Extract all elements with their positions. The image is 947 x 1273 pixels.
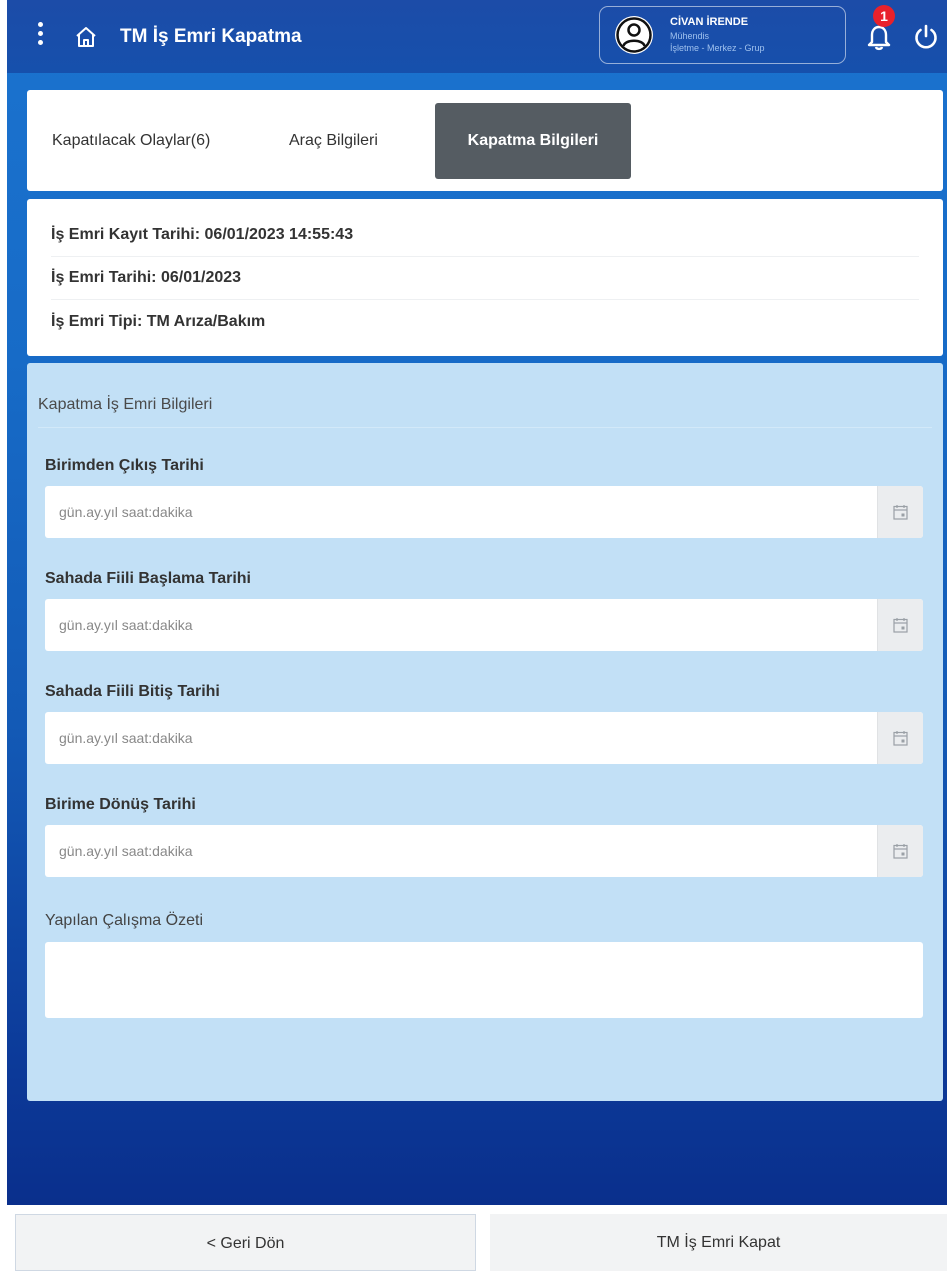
field-sahada-bitis bbox=[45, 712, 923, 764]
section-divider bbox=[38, 427, 932, 428]
user-avatar-icon bbox=[615, 16, 653, 54]
user-profile-box[interactable]: CİVAN İRENDE Mühendis İşletme - Merkez -… bbox=[599, 6, 846, 64]
field-label-birimden-cikis: Birimden Çıkış Tarihi bbox=[45, 457, 204, 474]
app-background: TM İş Emri Kapatma CİVAN İRENDE Mühendis… bbox=[7, 0, 947, 1205]
user-name: CİVAN İRENDE bbox=[670, 16, 749, 28]
birimden-cikis-input[interactable] bbox=[45, 486, 875, 538]
field-birimden-cikis bbox=[45, 486, 923, 538]
power-icon[interactable] bbox=[913, 24, 939, 50]
work-order-info-card: İş Emri Kayıt Tarihi: 06/01/2023 14:55:4… bbox=[27, 199, 943, 356]
sahada-bitis-input[interactable] bbox=[45, 712, 875, 764]
user-role: Mühendis bbox=[670, 31, 710, 41]
closing-form-card: Kapatma İş Emri Bilgileri Birimden Çıkış… bbox=[27, 363, 943, 1101]
summary-textarea[interactable] bbox=[45, 942, 923, 1018]
info-is-emri-tarihi: İş Emri Tarihi: 06/01/2023 bbox=[51, 256, 919, 300]
calendar-icon bbox=[893, 731, 908, 746]
calendar-button[interactable] bbox=[877, 825, 923, 877]
sahada-baslama-input[interactable] bbox=[45, 599, 875, 651]
field-label-sahada-baslama: Sahada Fiili Başlama Tarihi bbox=[45, 570, 251, 587]
menu-icon[interactable] bbox=[33, 22, 47, 50]
tab-kapatilacak-olaylar[interactable]: Kapatılacak Olaylar(6) bbox=[52, 90, 210, 191]
page-title: TM İş Emri Kapatma bbox=[120, 26, 302, 47]
summary-label: Yapılan Çalışma Özeti bbox=[45, 912, 203, 929]
info-kayit-tarihi: İş Emri Kayıt Tarihi: 06/01/2023 14:55:4… bbox=[51, 213, 919, 257]
field-label-sahada-bitis: Sahada Fiili Bitiş Tarihi bbox=[45, 683, 220, 700]
info-is-emri-tipi: İş Emri Tipi: TM Arıza/Bakım bbox=[51, 313, 266, 330]
tab-arac-bilgileri[interactable]: Araç Bilgileri bbox=[289, 90, 378, 191]
field-sahada-baslama bbox=[45, 599, 923, 651]
calendar-button[interactable] bbox=[877, 486, 923, 538]
calendar-icon bbox=[893, 505, 908, 520]
back-button[interactable]: < Geri Dön bbox=[15, 1214, 476, 1271]
calendar-button[interactable] bbox=[877, 599, 923, 651]
home-icon[interactable] bbox=[74, 25, 98, 49]
birime-donus-input[interactable] bbox=[45, 825, 875, 877]
top-bar: TM İş Emri Kapatma CİVAN İRENDE Mühendis… bbox=[7, 0, 947, 73]
tab-kapatma-bilgileri[interactable]: Kapatma Bilgileri bbox=[435, 103, 631, 179]
notification-badge: 1 bbox=[873, 5, 895, 27]
field-label-birime-donus: Birime Dönüş Tarihi bbox=[45, 796, 196, 813]
field-birime-donus bbox=[45, 825, 923, 877]
tabs-card: Kapatılacak Olaylar(6) Araç Bilgileri Ka… bbox=[27, 90, 943, 191]
calendar-icon bbox=[893, 844, 908, 859]
user-org: İşletme - Merkez - Grup bbox=[670, 43, 765, 53]
section-title: Kapatma İş Emri Bilgileri bbox=[38, 396, 213, 413]
calendar-button[interactable] bbox=[877, 712, 923, 764]
close-work-order-button[interactable]: TM İş Emri Kapat bbox=[490, 1214, 947, 1271]
calendar-icon bbox=[893, 618, 908, 633]
